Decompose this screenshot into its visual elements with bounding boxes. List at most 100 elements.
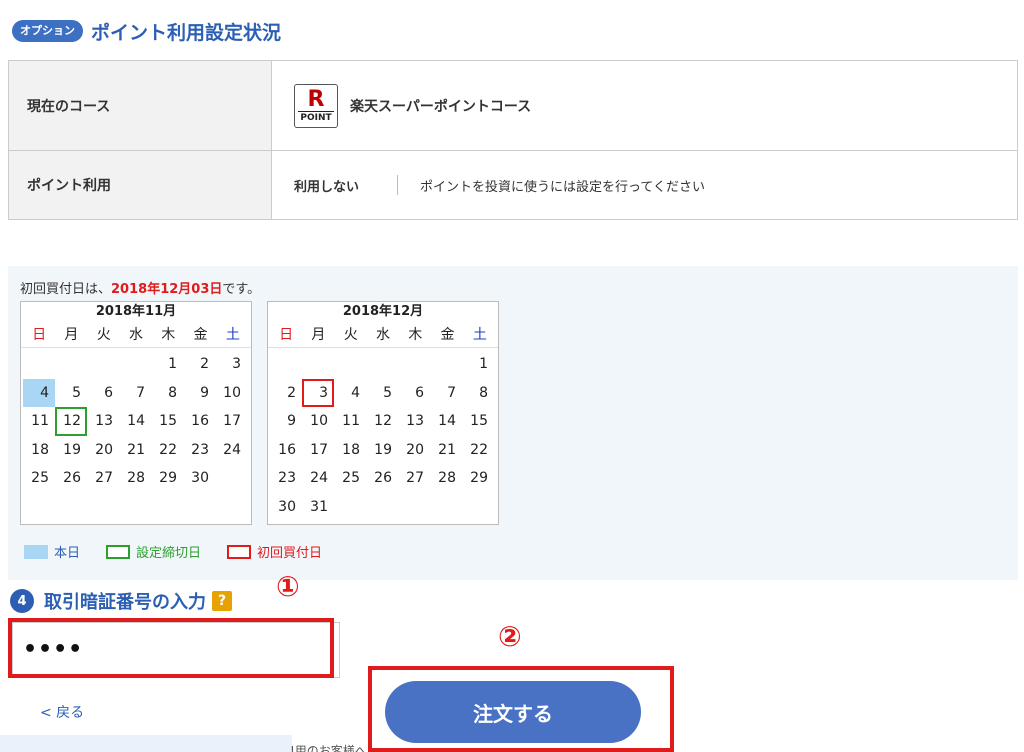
calendar-area: 初回買付日は、2018年12月03日です。 2018年11月 日 月 火 水 木… (8, 266, 1018, 580)
calendar-empty-cell (55, 350, 87, 379)
calendar-grid: 1 2 3 4 5 6 7 8 9 10 11 12 13 14 15 16 17 18 19 20 21 22 23 24 2… (268, 348, 498, 522)
back-link[interactable]: < 戻る (40, 702, 84, 722)
calendar-november: 2018年11月 日 月 火 水 木 金 土 1 2 3 4 5 6 7 8 9 10 11 12 13… (20, 301, 252, 525)
section-header: オプション ポイント利用設定状況 (12, 16, 281, 46)
point-use-value: 利用しない (294, 179, 360, 195)
calendar-day: 22 (159, 441, 177, 458)
first-buy-message: 初回買付日は、2018年12月03日です。 (20, 278, 260, 297)
calendar-day: 23 (278, 470, 296, 487)
calendar-empty-cell (302, 350, 334, 379)
legend-first-buy: 初回買付日 (227, 542, 322, 561)
calendar-day-deadline: 12 (55, 407, 87, 436)
calendar-day: 23 (191, 441, 209, 458)
calendar-day: 9 (287, 413, 296, 430)
point-use-label: ポイント利用 (9, 151, 272, 219)
calendar-day: 28 (438, 470, 456, 487)
calendar-day: 1 (168, 356, 177, 372)
calendar-day: 2 (287, 384, 296, 401)
calendar-day: 16 (191, 413, 209, 430)
calendar-day: 30 (191, 470, 209, 487)
calendar-day: 21 (127, 441, 145, 458)
calendar-day: 5 (383, 384, 392, 401)
calendar-day: 8 (168, 384, 177, 401)
calendar-empty-cell (119, 350, 151, 379)
calendar-legend: 本日 設定締切日 初回買付日 (24, 542, 348, 561)
calendar-day: 6 (415, 384, 424, 401)
weekday-header: 日 月 火 水 木 金 土 (21, 322, 251, 348)
course-value-cell: R POINT 楽天スーパーポイントコース (272, 61, 1017, 150)
calendar-title: 2018年11月 (95, 304, 177, 319)
legend-today: 本日 (24, 542, 80, 561)
legend-deadline-swatch (106, 544, 131, 559)
point-settings-table: 現在のコース R POINT 楽天スーパーポイントコース ポイント利用 利用しな… (8, 60, 1018, 220)
help-icon[interactable]: ? (212, 591, 232, 611)
calendar-day-today: 4 (23, 378, 55, 408)
calendar-day: 28 (127, 470, 145, 487)
step4-title: 取引暗証番号の入力 (44, 592, 206, 613)
calendar-day: 14 (438, 413, 456, 430)
weekday-wed: 水 (128, 327, 143, 343)
weekday-sun: 日 (279, 327, 294, 343)
calendar-day: 9 (200, 384, 209, 401)
calendar-day: 13 (406, 413, 424, 430)
weekday-fri: 金 (193, 327, 208, 343)
calendar-day: 3 (232, 356, 241, 372)
calendar-day: 19 (374, 441, 392, 458)
calendar-day: 8 (479, 384, 488, 401)
calendar-day: 15 (470, 413, 488, 430)
calendar-day: 30 (278, 498, 296, 515)
legend-deadline: 設定締切日 (106, 542, 201, 561)
annotation-2: ② (498, 620, 522, 653)
calendar-day: 13 (95, 413, 113, 430)
legend-first-buy-label: 初回買付日 (257, 546, 323, 561)
rakuten-point-logo-r: R (307, 86, 325, 112)
weekday-mon: 月 (311, 327, 326, 343)
calendar-empty-cell (430, 350, 462, 379)
calendar-day: 10 (310, 413, 328, 430)
weekday-tue: 火 (343, 327, 358, 343)
weekday-sat: 土 (472, 327, 487, 343)
calendar-empty-cell (398, 350, 430, 379)
calendar-day: 20 (406, 441, 424, 458)
calendar-day: 4 (351, 384, 360, 401)
weekday-sat: 土 (225, 327, 240, 343)
calendar-december: 2018年12月 日 月 火 水 木 金 土 1 2 3 4 5 6 7 8 9 10 11 12 13… (267, 301, 499, 525)
course-name: 楽天スーパーポイントコース (350, 98, 532, 115)
calendar-day: 18 (342, 441, 360, 458)
calendar-day: 11 (31, 413, 49, 430)
section-title: ポイント利用設定状況 (91, 21, 282, 44)
course-row: 現在のコース R POINT 楽天スーパーポイントコース (9, 61, 1017, 151)
calendar-day: 17 (223, 413, 241, 430)
calendar-day: 12 (374, 413, 392, 430)
calendar-title: 2018年12月 (342, 304, 424, 319)
legend-today-label: 本日 (54, 546, 81, 561)
order-button[interactable]: 注文する (385, 681, 641, 743)
calendar-grid: 1 2 3 4 5 6 7 8 9 10 11 12 13 14 15 16 17 18 19 20 21 22 23 24 2… (21, 348, 251, 493)
point-use-note: ポイントを投資に使うには設定を行ってください (420, 179, 705, 195)
option-badge: オプション (12, 20, 83, 42)
calendar-day: 27 (406, 470, 424, 487)
calendar-day: 20 (95, 441, 113, 458)
calendar-day: 25 (342, 470, 360, 487)
calendar-empty-cell (87, 350, 119, 379)
divider (397, 175, 399, 195)
legend-first-buy-swatch (227, 544, 252, 559)
calendar-day-first-buy: 3 (302, 378, 334, 408)
weekday-mon: 月 (64, 327, 79, 343)
first-buy-prefix: 初回買付日は、 (20, 282, 112, 297)
calendar-day: 18 (31, 441, 49, 458)
step4-header: 4 取引暗証番号の入力 ? (10, 588, 232, 614)
step-number-badge: 4 (10, 589, 34, 613)
calendar-day: 29 (159, 470, 177, 487)
rakuten-point-logo-text: POINT (298, 110, 334, 123)
calendar-day: 1 (479, 356, 488, 372)
bottom-panel (0, 735, 292, 752)
calendar-day: 24 (310, 470, 328, 487)
calendar-day: 21 (438, 441, 456, 458)
point-use-value-cell: 利用しない ポイントを投資に使うには設定を行ってください (272, 151, 1017, 219)
calendar-day: 7 (136, 384, 145, 401)
calendar-empty-cell (334, 350, 366, 379)
trade-password-input[interactable]: •••• (12, 622, 340, 678)
weekday-sun: 日 (32, 327, 47, 343)
calendar-empty-cell (366, 350, 398, 379)
